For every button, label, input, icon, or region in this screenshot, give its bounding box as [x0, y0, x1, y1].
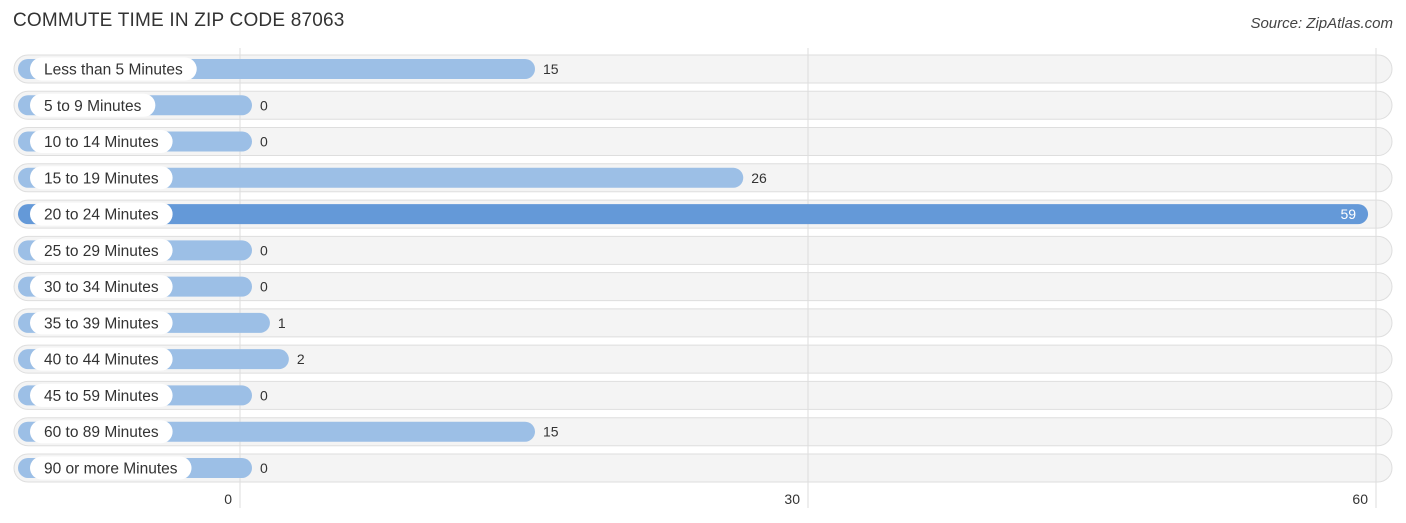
x-tick-label: 0: [224, 491, 232, 507]
x-tick-label: 60: [1352, 491, 1368, 507]
category-label: 90 or more Minutes: [44, 460, 178, 477]
bars: Less than 5 Minutes 155 to 9 Minutes 010 t…: [18, 57, 1369, 480]
bar-row: 15 to 19 Minutes 26: [18, 166, 767, 190]
bar-row: Less than 5 Minutes 15: [18, 57, 559, 81]
category-label: 30 to 34 Minutes: [44, 279, 159, 296]
value-label: 15: [543, 424, 559, 440]
category-label: Less than 5 Minutes: [44, 62, 183, 79]
bar-row: 60 to 89 Minutes 15: [18, 420, 559, 444]
category-label: 10 to 14 Minutes: [44, 134, 159, 151]
value-label: 0: [260, 387, 268, 403]
value-label: 59: [1340, 206, 1356, 222]
category-label: 5 to 9 Minutes: [44, 98, 142, 115]
bar-row: 45 to 59 Minutes 0: [18, 383, 268, 407]
value-label: 0: [260, 134, 268, 150]
value-label: 0: [260, 279, 268, 295]
value-label: 15: [543, 61, 559, 77]
category-label: 60 to 89 Minutes: [44, 424, 159, 441]
category-label: 25 to 29 Minutes: [44, 243, 159, 260]
bar-row: 20 to 24 Minutes 59: [18, 202, 1369, 226]
value-label: 0: [260, 97, 268, 113]
bar-row: 90 or more Minutes 0: [18, 456, 268, 480]
bar-row: 5 to 9 Minutes 0: [18, 93, 268, 117]
bar-row: 25 to 29 Minutes 0: [18, 238, 268, 262]
category-label: 15 to 19 Minutes: [44, 170, 159, 187]
bar-row: 40 to 44 Minutes 2: [18, 347, 305, 371]
value-label: 2: [297, 351, 305, 367]
value-label: 0: [260, 242, 268, 258]
category-label: 40 to 44 Minutes: [44, 352, 159, 369]
value-label: 1: [278, 315, 286, 331]
category-label: 20 to 24 Minutes: [44, 207, 159, 224]
bar[interactable]: [18, 204, 1369, 225]
category-label: 45 to 59 Minutes: [44, 388, 159, 405]
x-tick-label: 30: [784, 491, 800, 507]
category-label: 35 to 39 Minutes: [44, 315, 159, 332]
bar-row: 35 to 39 Minutes 1: [18, 311, 286, 335]
value-label: 0: [260, 460, 268, 476]
x-axis-ticks: 0 30 60: [224, 491, 1368, 507]
bar-chart: Less than 5 Minutes 155 to 9 Minutes 010 t…: [13, 48, 1393, 508]
value-label: 26: [751, 170, 767, 186]
bar-row: 30 to 34 Minutes 0: [18, 275, 268, 299]
row-backgrounds: [13, 54, 1393, 483]
bar-row: 10 to 14 Minutes 0: [18, 130, 268, 154]
